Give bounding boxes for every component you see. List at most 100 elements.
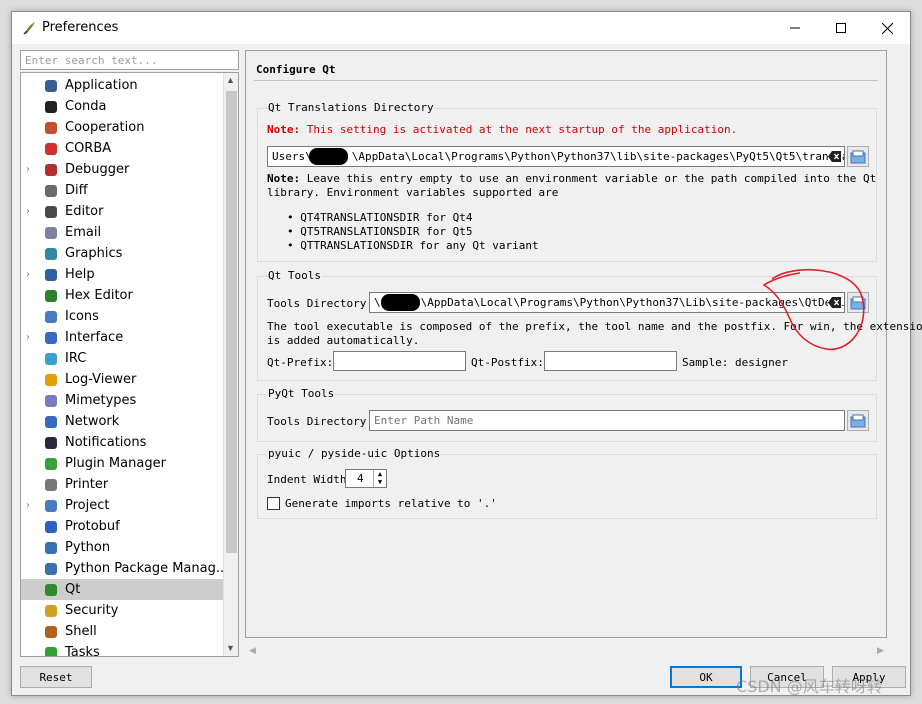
sidebar-item-debugger[interactable]: › Debugger: [21, 159, 223, 180]
close-button[interactable]: [864, 12, 910, 44]
sidebar-item-label: Hex Editor: [65, 288, 133, 303]
scroll-right-icon[interactable]: ▶: [877, 645, 884, 656]
pyqt-browse-button[interactable]: [847, 410, 869, 431]
sidebar-item-diff[interactable]: Diff: [21, 180, 223, 201]
close-icon: [881, 22, 893, 34]
sidebar-item-protobuf[interactable]: Protobuf: [21, 516, 223, 537]
sidebar-item-label: Graphics: [65, 246, 123, 261]
expand-chevron-icon[interactable]: ›: [26, 159, 34, 180]
scrollbar-thumb[interactable]: [226, 91, 237, 553]
group-title: Qt Translations Directory: [267, 101, 435, 114]
translations-path-field[interactable]: Users\ \AppData\Local\Programs\Python\Pyt…: [267, 146, 845, 167]
sidebar-item-icons[interactable]: Icons: [21, 306, 223, 327]
env-note-line1: Note: Leave this entry empty to use an e…: [267, 172, 877, 185]
qt-icon: [45, 583, 57, 596]
python-package-icon: [45, 562, 57, 575]
sidebar-item-corba[interactable]: CORBA: [21, 138, 223, 159]
sidebar-item-project[interactable]: › Project: [21, 495, 223, 516]
sidebar-item-label: Network: [65, 414, 120, 429]
sidebar-item-python[interactable]: Python: [21, 537, 223, 558]
scroll-down-icon[interactable]: ▼: [226, 643, 235, 653]
python-icon: [45, 541, 57, 554]
sidebar-item-notifications[interactable]: Notifications: [21, 432, 223, 453]
expand-chevron-icon[interactable]: ›: [26, 201, 34, 222]
maximize-button[interactable]: [818, 12, 864, 44]
sidebar-item-hex-editor[interactable]: Hex Editor: [21, 285, 223, 306]
sidebar-item-interface[interactable]: › Interface: [21, 327, 223, 348]
expand-chevron-icon[interactable]: ›: [26, 495, 34, 516]
translations-browse-button[interactable]: [847, 146, 869, 167]
log-viewer-icon: [45, 373, 57, 386]
expand-chevron-icon[interactable]: ›: [26, 327, 34, 348]
project-icon: [45, 499, 57, 512]
notifications-icon: [45, 436, 57, 449]
diff-icon: [45, 184, 57, 197]
sidebar-item-label: Tasks: [65, 645, 100, 657]
scroll-left-icon[interactable]: ◀: [249, 645, 256, 656]
plugin-manager-icon: [45, 457, 57, 470]
sidebar-item-help[interactable]: › Help: [21, 264, 223, 285]
sidebar-item-plugin-manager[interactable]: Plugin Manager: [21, 453, 223, 474]
sidebar-item-python-package-manag[interactable]: Python Package Manag...: [21, 558, 228, 579]
sidebar-item-label: Python Package Manag...: [65, 561, 229, 576]
sidebar-item-label: Editor: [65, 204, 104, 219]
title-bar[interactable]: Preferences: [12, 12, 910, 44]
env-var-item: • QT4TRANSLATIONSDIR for Qt4: [287, 211, 473, 224]
sidebar-item-label: Cooperation: [65, 120, 145, 135]
search-input[interactable]: [20, 50, 239, 70]
sidebar-item-label: Notifications: [65, 435, 147, 450]
relative-imports-checkbox[interactable]: [267, 497, 280, 510]
interface-icon: [45, 331, 57, 344]
corba-icon: [45, 142, 57, 155]
sidebar-item-log-viewer[interactable]: Log-Viewer: [21, 369, 223, 390]
sidebar-item-irc[interactable]: IRC: [21, 348, 223, 369]
sidebar-item-label: Diff: [65, 183, 88, 198]
sidebar-item-printer[interactable]: Printer: [21, 474, 223, 495]
sidebar-item-cooperation[interactable]: Cooperation: [21, 117, 223, 138]
sidebar-item-graphics[interactable]: Graphics: [21, 243, 223, 264]
title-divider: [254, 80, 878, 81]
spin-arrows-icon[interactable]: ▲ ▼: [373, 470, 386, 487]
clear-icon[interactable]: [828, 150, 842, 163]
shell-icon: [45, 625, 57, 638]
expand-chevron-icon[interactable]: ›: [26, 264, 34, 285]
sidebar-item-label: Email: [65, 225, 102, 240]
hex-editor-icon: [45, 289, 57, 302]
tools-desc-line2: is added automatically.: [267, 334, 420, 347]
sidebar-item-label: Shell: [65, 624, 97, 639]
pyqt-path-input[interactable]: [369, 410, 845, 431]
network-icon: [45, 415, 57, 428]
startup-note: Note: This setting is activated at the n…: [267, 123, 738, 136]
sidebar-item-label: Qt: [65, 582, 81, 597]
ok-button[interactable]: OK: [670, 666, 742, 688]
scroll-up-icon[interactable]: ▲: [226, 75, 235, 85]
sidebar-item-qt[interactable]: Qt: [21, 579, 223, 600]
sidebar-item-application[interactable]: Application: [21, 75, 223, 96]
sidebar-item-email[interactable]: Email: [21, 222, 223, 243]
sidebar-item-label: CORBA: [65, 141, 112, 156]
prefix-label: Qt-Prefix:: [267, 356, 334, 369]
reset-button[interactable]: Reset: [20, 666, 92, 688]
debugger-icon: [45, 163, 57, 176]
minimize-button[interactable]: [772, 12, 818, 44]
sidebar-item-security[interactable]: Security: [21, 600, 223, 621]
indent-width-spinbox[interactable]: 4 ▲ ▼: [345, 469, 387, 488]
sidebar-item-mimetypes[interactable]: Mimetypes: [21, 390, 223, 411]
prefix-input[interactable]: [333, 351, 466, 371]
tree-scrollbar[interactable]: ▲ ▼: [223, 73, 238, 656]
sample-label: Sample: designer: [682, 356, 788, 369]
preferences-window: Preferences Application Conda Cooperation C…: [11, 11, 922, 696]
sidebar-item-network[interactable]: Network: [21, 411, 223, 432]
editor-icon: [45, 205, 57, 218]
group-title: pyuic / pyside-uic Options: [267, 447, 442, 460]
sidebar-item-tasks[interactable]: Tasks: [21, 642, 223, 657]
sidebar-item-conda[interactable]: Conda: [21, 96, 223, 117]
sidebar-item-shell[interactable]: Shell: [21, 621, 223, 642]
conda-icon: [45, 100, 57, 113]
sidebar-item-editor[interactable]: › Editor: [21, 201, 223, 222]
pyqt-dir-label: Tools Directory:: [267, 415, 373, 428]
postfix-input[interactable]: [544, 351, 677, 371]
group-title: Qt Tools: [267, 269, 322, 282]
page-title: Configure Qt: [256, 63, 336, 76]
help-icon: [45, 268, 57, 281]
